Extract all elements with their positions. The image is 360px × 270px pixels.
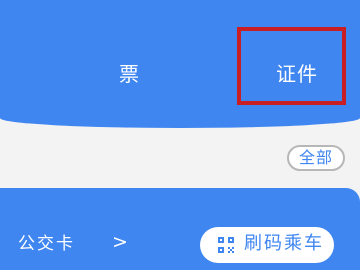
chevron-right-icon[interactable]: > <box>112 233 128 252</box>
tab-tickets[interactable]: 票 <box>119 64 140 84</box>
scan-to-ride-button[interactable]: 刷码乘车 <box>200 227 334 263</box>
header-curve <box>0 108 360 128</box>
app-screen: 票 证件 全部 公交卡 > 刷码乘车 <box>0 0 360 270</box>
qr-code-icon <box>218 237 234 253</box>
scan-to-ride-label: 刷码乘车 <box>244 233 324 254</box>
selection-highlight-box <box>237 27 346 105</box>
bus-card-title[interactable]: 公交卡 <box>18 236 75 253</box>
all-filter-button[interactable]: 全部 <box>287 145 345 171</box>
